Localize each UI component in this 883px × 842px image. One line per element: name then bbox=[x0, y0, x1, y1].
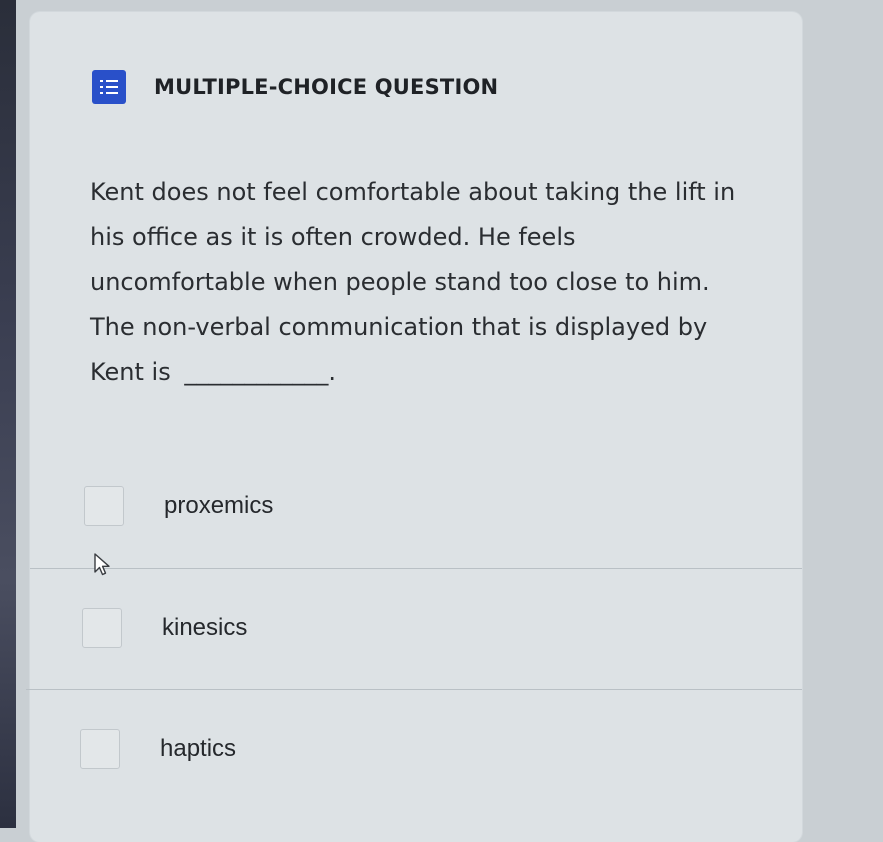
question-body: Kent does not feel comfortable about tak… bbox=[90, 178, 736, 386]
numbered-list-icon bbox=[92, 70, 126, 104]
option-label: proxemics bbox=[164, 492, 274, 519]
mouse-pointer-icon bbox=[94, 553, 112, 582]
option-checkbox[interactable] bbox=[82, 608, 122, 648]
option-haptics[interactable]: haptics bbox=[30, 719, 852, 779]
question-header: MULTIPLE-CHOICE QUESTION bbox=[92, 70, 498, 104]
option-kinesics[interactable]: kinesics bbox=[30, 598, 854, 658]
option-proxemics[interactable]: proxemics bbox=[30, 476, 856, 536]
option-checkbox[interactable] bbox=[80, 729, 120, 769]
answer-blank: ____________. bbox=[184, 358, 337, 386]
option-label: haptics bbox=[160, 735, 237, 762]
option-checkbox[interactable] bbox=[84, 486, 124, 526]
question-type-label: MULTIPLE-CHOICE QUESTION bbox=[154, 75, 499, 99]
option-divider bbox=[30, 568, 802, 569]
background-edge bbox=[0, 0, 16, 828]
question-text: Kent does not feel comfortable about tak… bbox=[90, 170, 750, 395]
option-label: kinesics bbox=[162, 614, 248, 641]
question-card: MULTIPLE-CHOICE QUESTION Kent does not f… bbox=[26, 12, 802, 842]
option-divider bbox=[26, 689, 802, 690]
